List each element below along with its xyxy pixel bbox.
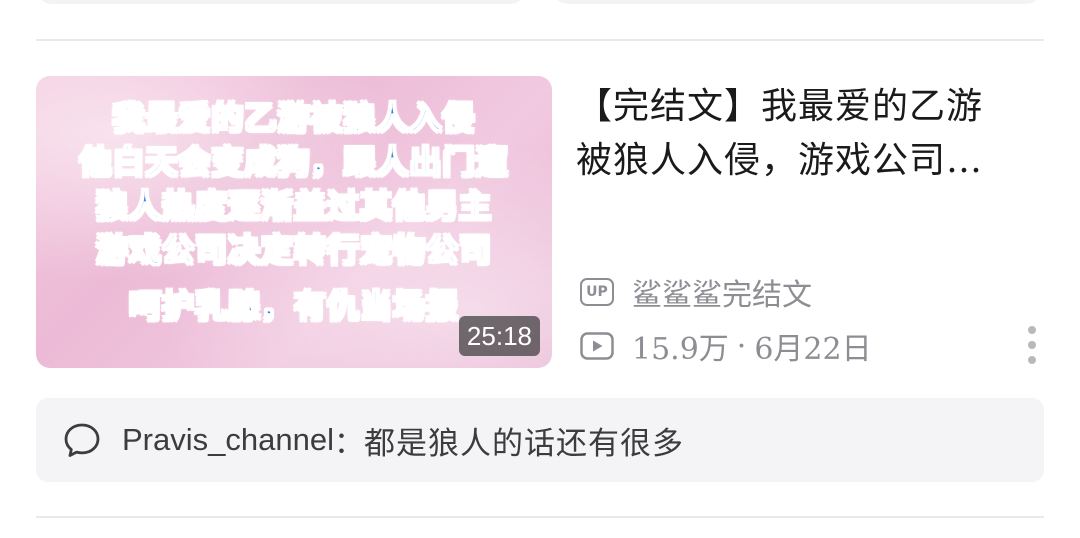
- video-duration-badge: 25:18: [458, 316, 540, 356]
- video-feed: 我最爱的乙游被狼人入侵 他白天会变成狗，跟人出门遛 狼人热度逐渐盖过其他男主 游…: [0, 0, 1080, 538]
- meta-separator: ·: [736, 328, 747, 364]
- previous-item-card[interactable]: [552, 0, 1042, 4]
- comment-bubble-icon: [62, 420, 102, 460]
- video-thumbnail[interactable]: 我最爱的乙游被狼人入侵 他白天会变成狗，跟人出门遛 狼人热度逐渐盖过其他男主 游…: [36, 76, 552, 368]
- video-title-line: 被狼人入侵，游戏公司…: [576, 140, 984, 181]
- video-title[interactable]: 【完结文】我最爱的乙游 被狼人入侵，游戏公司…: [576, 80, 1046, 188]
- publish-date: 6月22日: [754, 332, 872, 367]
- comment-colon: ：: [333, 426, 364, 461]
- thumbnail-text-line: 他白天会变成狗，跟人出门遛: [79, 142, 509, 182]
- previous-item-card[interactable]: [36, 0, 526, 4]
- view-count: 15.9万: [632, 332, 729, 367]
- comment-text: 都是狼人的话还有很多: [363, 425, 684, 462]
- video-stats-row: 15.9万 · 6月22日: [580, 326, 872, 367]
- up-badge-icon: UP: [580, 278, 614, 306]
- thumbnail-caption: 我最爱的乙游被狼人入侵 他白天会变成狗，跟人出门遛 狼人热度逐渐盖过其他男主 游…: [36, 96, 552, 328]
- comment-username[interactable]: Pravis_channel: [122, 422, 334, 458]
- divider: [36, 516, 1044, 518]
- featured-comment[interactable]: Pravis_channel ： 都是狼人的话还有很多: [36, 398, 1044, 482]
- more-vertical-icon[interactable]: [1022, 326, 1042, 364]
- video-title-line: 【完结文】我最爱的乙游: [576, 86, 984, 127]
- thumbnail-text-line: 游戏公司决定转行宠物公司: [95, 230, 492, 270]
- thumbnail-text-line: 狼人热度逐渐盖过其他男主: [95, 186, 492, 226]
- divider: [36, 39, 1044, 41]
- thumbnail-text-line: 我最爱的乙游被狼人入侵: [112, 98, 476, 138]
- author-row[interactable]: UP 鲨鲨鲨完结文: [580, 272, 812, 313]
- author-name: 鲨鲨鲨完结文: [632, 278, 812, 313]
- play-icon: [580, 332, 614, 360]
